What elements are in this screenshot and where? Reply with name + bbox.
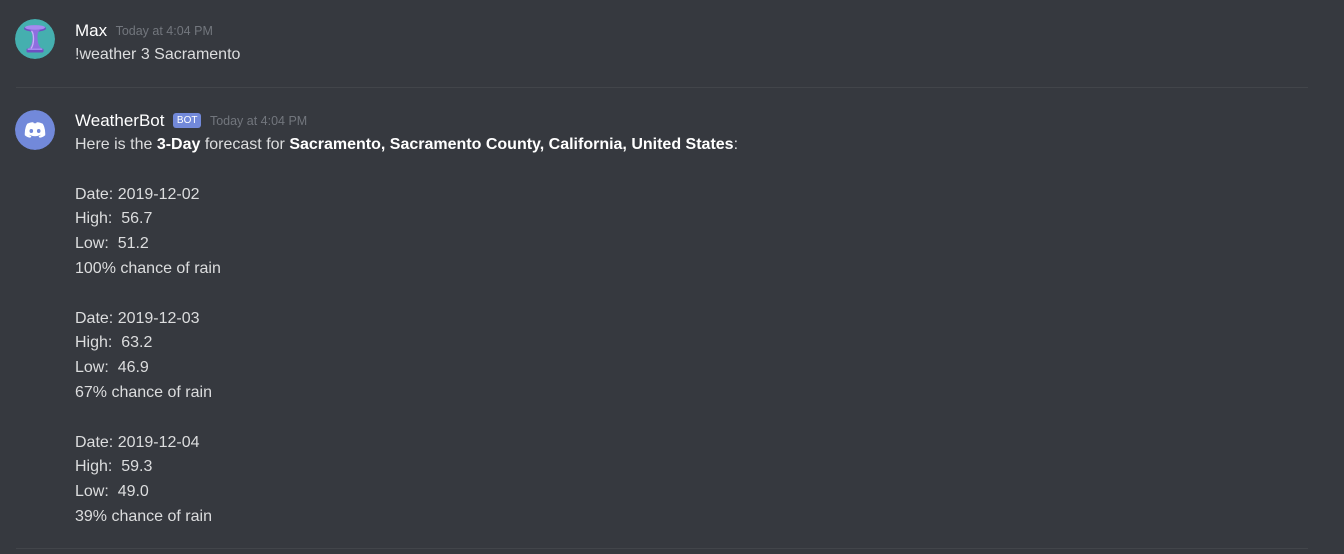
user-message-content: Max Today at 4:04 PM !weather 3 Sacramen… [75,20,1324,68]
message-divider [16,87,1308,88]
forecast-rain: 67% chance of rain [75,383,212,401]
username[interactable]: WeatherBot [75,111,164,130]
user-message-header: Max Today at 4:04 PM [75,20,1324,42]
bot-message-header: WeatherBot BOT Today at 4:04 PM [75,110,1324,132]
intro-prefix: Here is the [75,136,157,153]
chat-messages: Max Today at 4:04 PM !weather 3 Sacramen… [0,0,1344,554]
forecast-location: Sacramento, Sacramento County, Californi… [289,136,734,153]
forecast-date: Date: 2019-12-03 [75,309,200,327]
user-avatar[interactable] [15,19,55,59]
forecast-date: Date: 2019-12-02 [75,185,200,203]
forecast-low: Low: 46.9 [75,359,149,377]
timestamp[interactable]: Today at 4:04 PM [116,24,213,38]
forecast-day: Date: 2019-12-04 High: 59.3 Low: 49.0 39… [75,431,1324,530]
forecast-day: Date: 2019-12-02 High: 56.7 Low: 51.2 10… [75,183,1324,282]
forecast-high: High: 63.2 [75,334,153,352]
forecast-low: Low: 51.2 [75,235,149,253]
forecast-rain: 39% chance of rain [75,507,212,525]
message-divider [16,548,1308,549]
purple-anvil-icon [15,19,55,59]
timestamp[interactable]: Today at 4:04 PM [210,114,307,128]
forecast-length: 3-Day [156,136,201,153]
message-text: !weather 3 Sacramento [75,46,241,63]
forecast-low: Low: 49.0 [75,483,149,501]
intro-suffix: : [733,136,739,153]
discord-logo-icon [15,110,55,150]
forecast-high: High: 59.3 [75,458,153,476]
bot-message-content: WeatherBot BOT Today at 4:04 PM Here is … [75,110,1324,530]
forecast-date: Date: 2019-12-04 [75,433,200,451]
forecast-high: High: 56.7 [75,210,153,228]
intro-middle: forecast for [200,136,290,153]
forecast-intro: Here is the 3-Day forecast for Sacrament… [75,133,1324,158]
bot-avatar[interactable] [15,110,55,150]
forecast-day: Date: 2019-12-03 High: 63.2 Low: 46.9 67… [75,307,1324,406]
bot-tag-badge: BOT [172,112,202,128]
message-text: Here is the 3-Day forecast for Sacrament… [75,133,1324,530]
username[interactable]: Max [75,21,107,40]
forecast-rain: 100% chance of rain [75,259,221,277]
